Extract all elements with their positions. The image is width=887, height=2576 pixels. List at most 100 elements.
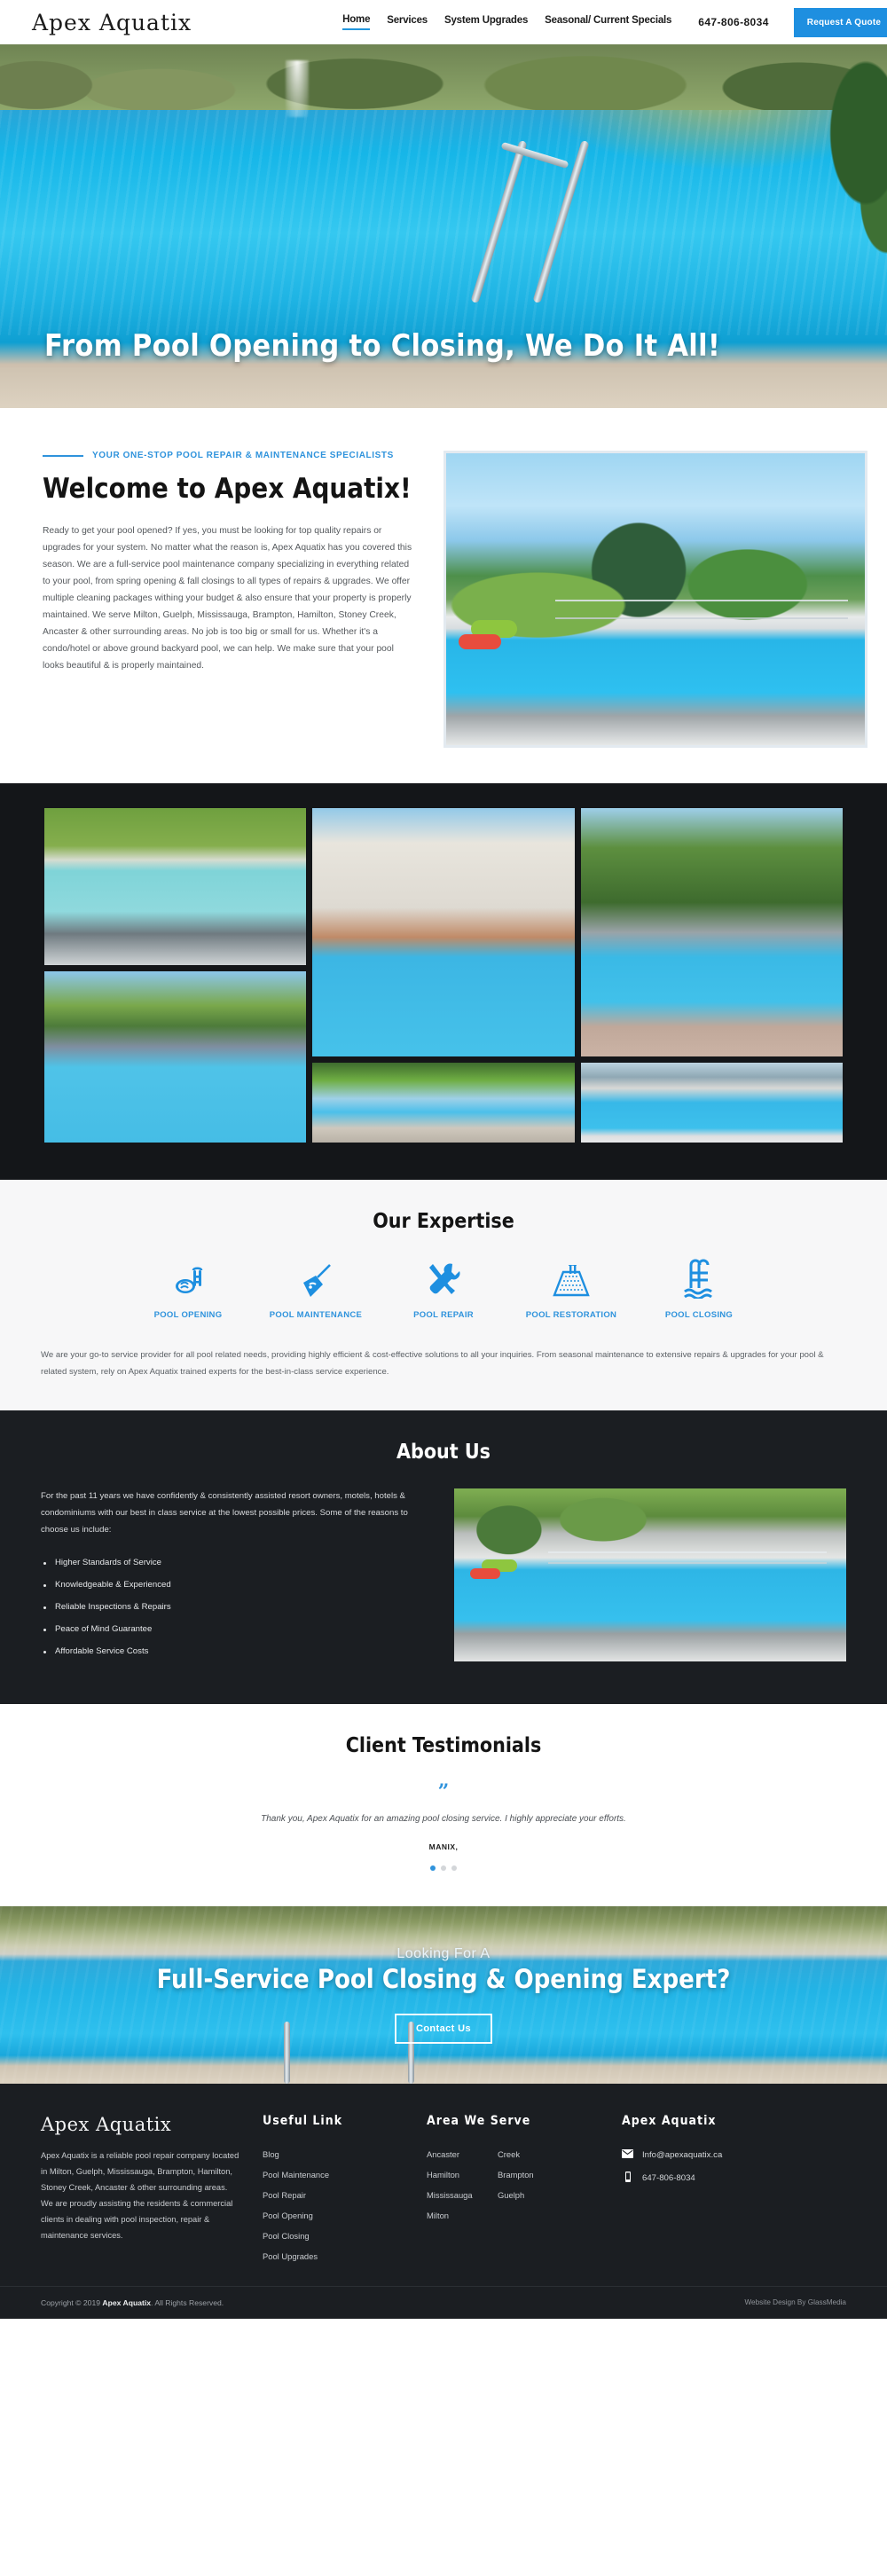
welcome-pool-photo [444,451,867,748]
site-footer: Apex Aquatix Apex Aquatix is a reliable … [0,2083,887,2286]
copyright-bar: Copyright © 2019 Apex Aquatix. All Right… [0,2285,887,2319]
hero-fountain-icon [286,60,309,117]
welcome-body: Ready to get your pool opened? If yes, y… [43,526,412,671]
wrench-screwdriver-icon [380,1258,507,1299]
nav-item-system-upgrades[interactable]: System Upgrades [444,15,528,29]
welcome-photo-red-lounger [459,633,502,649]
about-image-column [454,1488,846,1662]
gallery-item[interactable] [580,1063,843,1143]
footer-brand-column: Apex Aquatix Apex Aquatix is a reliable … [41,2114,263,2266]
about-reason-item: Affordable Service Costs [41,1641,422,1663]
footer-area-hamilton[interactable]: Hamilton [427,2164,498,2185]
nav-item-seasonal-specials[interactable]: Seasonal/ Current Specials [545,15,671,29]
footer-phone-row[interactable]: 647-806-8034 [622,2166,786,2190]
about-photo-railing [548,1551,827,1564]
footer-about-text: Apex Aquatix is a reliable pool repair c… [41,2150,239,2241]
contact-us-button[interactable]: Contact Us [394,2013,493,2044]
pagination-dot[interactable] [430,1865,436,1871]
welcome-image-column [444,451,887,748]
footer-useful-links-title: Useful Link [263,2113,343,2128]
gallery-section [0,783,887,1180]
site-logo[interactable]: Apex Aquatix [32,10,192,35]
gallery-item[interactable] [312,808,575,1056]
footer-areas-col-2: Creek Brampton Guelph [498,2144,622,2226]
about-reason-item: Reliable Inspections & Repairs [41,1597,422,1619]
copyright-brand: Apex Aquatix [102,2297,152,2307]
testimonial-pagination-dots[interactable] [0,1865,887,1871]
mobile-phone-icon [622,2171,633,2185]
about-reasons-list: Higher Standards of Service Knowledgeabl… [41,1552,422,1662]
gallery-item[interactable] [580,808,843,1056]
footer-area-brampton[interactable]: Brampton [498,2164,622,2185]
website-design-credit[interactable]: Website Design By GlassMedia [744,2298,846,2306]
footer-link-pool-closing[interactable]: Pool Closing [263,2226,427,2246]
gallery-item[interactable] [44,808,307,965]
envelope-icon [622,2148,633,2161]
about-reason-item: Peace of Mind Guarantee [41,1619,422,1641]
footer-area-milton[interactable]: Milton [427,2205,498,2226]
about-photo-red-lounger [469,1568,500,1580]
about-title: About Us [396,1441,491,1465]
footer-areas-title: Area We Serve [427,2113,531,2128]
footer-area-ancaster[interactable]: Ancaster [427,2144,498,2164]
hero-pool-ladder [470,137,612,306]
request-a-quote-button[interactable]: Request A Quote [793,7,887,37]
about-pool-photo [454,1488,846,1662]
testimonial-text: Thank you, Apex Aquatix for an amazing p… [261,1813,626,1824]
footer-link-pool-repair[interactable]: Pool Repair [263,2185,427,2205]
quote-icon: ” [437,1779,450,1803]
footer-link-pool-upgrades[interactable]: Pool Upgrades [263,2246,427,2266]
gallery-item[interactable] [44,971,307,1143]
header-phone[interactable]: 647-806-8034 [698,16,769,28]
footer-link-blog[interactable]: Blog [263,2144,427,2164]
expertise-item-pool-repair[interactable]: POOL REPAIR [380,1258,507,1320]
testimonial-author: MANIX, [428,1842,459,1851]
footer-areas-column: Area We Serve Ancaster Hamilton Mississa… [427,2114,622,2266]
expertise-label: POOL CLOSING [664,1310,734,1320]
footer-area-creek[interactable]: Creek [498,2144,622,2164]
pagination-dot[interactable] [451,1865,457,1871]
pagination-dot[interactable] [441,1865,446,1871]
welcome-text-column: YOUR ONE-STOP POOL REPAIR & MAINTENANCE … [0,451,444,748]
testimonials-section: Client Testimonials ” Thank you, Apex Aq… [0,1703,887,1906]
welcome-title: Welcome to Apex Aquatix! [43,473,412,505]
footer-logo[interactable]: Apex Aquatix [41,2114,239,2135]
footer-link-pool-maintenance[interactable]: Pool Maintenance [263,2164,427,2185]
footer-email-text: Info@apexaquatix.ca [642,2149,723,2160]
about-text-column: For the past 11 years we have confidentl… [41,1488,422,1662]
expertise-item-pool-opening[interactable]: POOL OPENING [124,1258,252,1320]
testimonials-title: Client Testimonials [345,1733,542,1757]
welcome-photo-railing [554,599,849,619]
footer-link-pool-opening[interactable]: Pool Opening [263,2205,427,2226]
expertise-title: Our Expertise [373,1210,514,1233]
pool-opening-icon [124,1258,252,1299]
welcome-eyebrow-wrap: YOUR ONE-STOP POOL REPAIR & MAINTENANCE … [43,451,413,460]
expertise-description: We are your go-to service provider for a… [41,1350,824,1378]
pool-restoration-icon [507,1258,635,1299]
cta-subtitle: Looking For A [396,1945,491,1961]
expertise-item-pool-maintenance[interactable]: POOL MAINTENANCE [252,1258,380,1320]
footer-area-mississauga[interactable]: Mississauga [427,2185,498,2205]
copyright-suffix: . All Rights Reserved. [151,2297,224,2307]
expertise-label: POOL RESTORATION [525,1310,617,1320]
about-reason-item: Higher Standards of Service [41,1552,422,1575]
expertise-label: POOL REPAIR [413,1310,474,1320]
expertise-item-pool-closing[interactable]: POOL CLOSING [635,1258,763,1320]
welcome-eyebrow: YOUR ONE-STOP POOL REPAIR & MAINTENANCE … [92,451,394,460]
main-navigation: Home Services System Upgrades Seasonal/ … [342,14,671,30]
footer-areas-grid: Ancaster Hamilton Mississauga Milton Cre… [427,2144,622,2226]
footer-area-guelph[interactable]: Guelph [498,2185,622,2205]
gallery-item[interactable] [312,1063,575,1143]
hero-shrub-border [0,44,887,110]
footer-contact-column: Apex Aquatix Info@apexaquatix.ca 647-806… [622,2114,786,2266]
expertise-label: POOL OPENING [153,1310,223,1320]
about-reason-item: Knowledgeable & Experienced [41,1575,422,1597]
copyright-text: Copyright © 2019 Apex Aquatix. All Right… [41,2298,224,2307]
expertise-section: Our Expertise POOL OPENING POOL MAINTENA… [0,1180,887,1411]
welcome-section: YOUR ONE-STOP POOL REPAIR & MAINTENANCE … [0,408,887,783]
nav-item-home[interactable]: Home [342,14,370,30]
footer-email-row[interactable]: Info@apexaquatix.ca [622,2144,786,2166]
nav-item-services[interactable]: Services [387,15,428,29]
expertise-item-pool-restoration[interactable]: POOL RESTORATION [507,1258,635,1320]
footer-phone-text: 647-806-8034 [642,2172,695,2183]
